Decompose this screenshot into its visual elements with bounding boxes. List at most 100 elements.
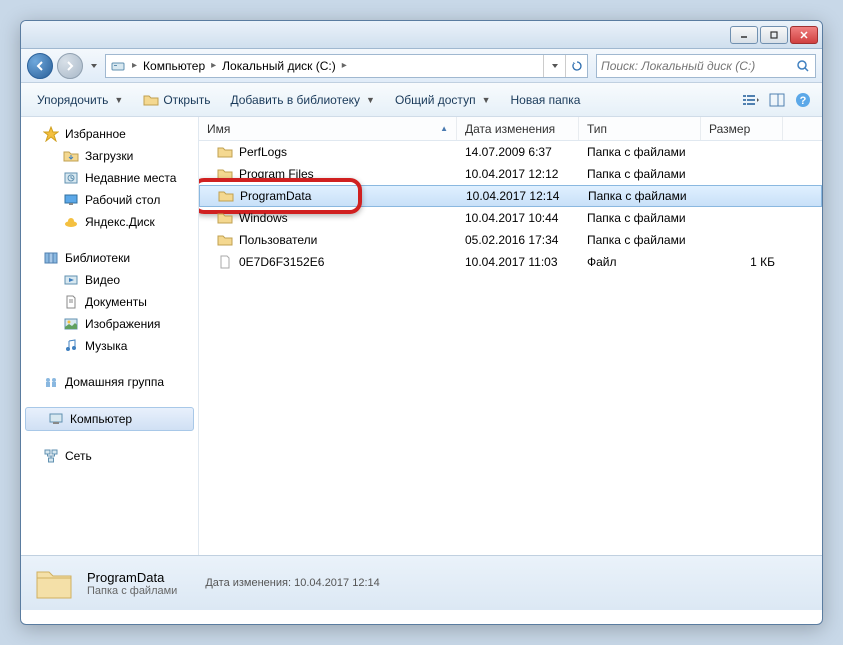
share-button[interactable]: Общий доступ▼ xyxy=(387,89,499,111)
recent-icon xyxy=(63,170,79,186)
file-icon xyxy=(217,254,233,270)
new-folder-button[interactable]: Новая папка xyxy=(502,89,588,111)
open-button[interactable]: Открыть xyxy=(135,88,218,112)
computer-icon xyxy=(48,411,64,427)
folder-icon xyxy=(218,188,234,204)
sidebar-item-video[interactable]: Видео xyxy=(21,269,198,291)
close-button[interactable] xyxy=(790,26,818,44)
search-input[interactable] xyxy=(601,59,795,73)
file-view: Имя▲ Дата изменения Тип Размер PerfLogs 1… xyxy=(199,117,822,555)
svg-text:?: ? xyxy=(800,95,807,107)
sidebar: Избранное Загрузки Недавние места Рабочи… xyxy=(21,117,199,555)
folder-icon xyxy=(63,148,79,164)
column-headers: Имя▲ Дата изменения Тип Размер xyxy=(199,117,822,141)
sidebar-computer[interactable]: Компьютер xyxy=(25,407,194,431)
file-type: Папка с файлами xyxy=(579,167,701,181)
file-name: Program Files xyxy=(239,167,314,181)
details-pane: ProgramData Папка с файлами Дата изменен… xyxy=(21,555,822,610)
file-row[interactable]: Windows 10.04.2017 10:44Папка с файлами xyxy=(199,207,822,229)
navbar: ▸ Компьютер ▸ Локальный диск (C:) ▸ xyxy=(21,49,822,83)
folder-icon xyxy=(217,144,233,160)
file-date: 10.04.2017 10:44 xyxy=(457,211,579,225)
sidebar-item-recent[interactable]: Недавние места xyxy=(21,167,198,189)
column-date[interactable]: Дата изменения xyxy=(457,117,579,140)
forward-button[interactable] xyxy=(57,53,83,79)
sidebar-item-pictures[interactable]: Изображения xyxy=(21,313,198,335)
address-dropdown[interactable] xyxy=(543,55,565,77)
sidebar-item-downloads[interactable]: Загрузки xyxy=(21,145,198,167)
file-type: Папка с файлами xyxy=(579,145,701,159)
sidebar-favorites[interactable]: Избранное xyxy=(21,123,198,145)
desktop-icon xyxy=(63,192,79,208)
file-row[interactable]: Program Files 10.04.2017 12:12Папка с фай… xyxy=(199,163,822,185)
refresh-button[interactable] xyxy=(565,55,587,77)
column-name[interactable]: Имя▲ xyxy=(199,117,457,140)
music-icon xyxy=(63,338,79,354)
folder-large-icon xyxy=(33,562,75,604)
file-name: ProgramData xyxy=(240,189,311,203)
explorer-window: ▸ Компьютер ▸ Локальный диск (C:) ▸ Упор… xyxy=(20,20,823,625)
file-type: Папка с файлами xyxy=(580,189,702,203)
detail-date: Дата изменения: 10.04.2017 12:14 xyxy=(205,577,379,589)
file-date: 14.07.2009 6:37 xyxy=(457,145,579,159)
titlebar xyxy=(21,21,822,49)
detail-type: Папка с файлами xyxy=(87,585,177,597)
organize-button[interactable]: Упорядочить▼ xyxy=(29,89,131,111)
sidebar-item-desktop[interactable]: Рабочий стол xyxy=(21,189,198,211)
file-name: 0E7D6F3152E6 xyxy=(239,255,324,269)
star-icon xyxy=(43,126,59,142)
detail-name: ProgramData xyxy=(87,570,177,585)
sidebar-homegroup[interactable]: Домашняя группа xyxy=(21,371,198,393)
sidebar-item-yandex[interactable]: Яндекс.Диск xyxy=(21,211,198,233)
file-date: 10.04.2017 11:03 xyxy=(457,255,579,269)
picture-icon xyxy=(63,316,79,332)
drive-icon xyxy=(110,58,126,74)
folder-icon xyxy=(217,210,233,226)
file-list[interactable]: PerfLogs14.07.2009 6:37Папка с файламиPr… xyxy=(199,141,822,555)
column-type[interactable]: Тип xyxy=(579,117,701,140)
file-date: 05.02.2016 17:34 xyxy=(457,233,579,247)
file-date: 10.04.2017 12:14 xyxy=(458,189,580,203)
file-row[interactable]: PerfLogs 14.07.2009 6:37Папка с файлами xyxy=(199,141,822,163)
file-row[interactable]: Пользователи 05.02.2016 17:34Папка с файл… xyxy=(199,229,822,251)
file-row[interactable]: 0E7D6F3152E6 10.04.2017 11:03Файл1 КБ xyxy=(199,251,822,273)
address-bar[interactable]: ▸ Компьютер ▸ Локальный диск (C:) ▸ xyxy=(105,54,588,78)
document-icon xyxy=(63,294,79,310)
sidebar-network[interactable]: Сеть xyxy=(21,445,198,467)
content-area: Избранное Загрузки Недавние места Рабочи… xyxy=(21,117,822,555)
file-name: Пользователи xyxy=(239,233,317,247)
search-icon xyxy=(795,58,811,74)
file-size: 1 КБ xyxy=(701,255,783,269)
maximize-button[interactable] xyxy=(760,26,788,44)
preview-pane-button[interactable] xyxy=(766,89,788,111)
toolbar: Упорядочить▼ Открыть Добавить в библиоте… xyxy=(21,83,822,117)
file-name: Windows xyxy=(239,211,288,225)
minimize-button[interactable] xyxy=(730,26,758,44)
back-button[interactable] xyxy=(27,53,53,79)
nav-history-dropdown[interactable] xyxy=(87,55,101,77)
file-type: Папка с файлами xyxy=(579,211,701,225)
homegroup-icon xyxy=(43,374,59,390)
sidebar-libraries[interactable]: Библиотеки xyxy=(21,247,198,269)
libraries-icon xyxy=(43,250,59,266)
view-options-button[interactable] xyxy=(740,89,762,111)
help-button[interactable]: ? xyxy=(792,89,814,111)
folder-icon xyxy=(217,232,233,248)
file-type: Файл xyxy=(579,255,701,269)
network-icon xyxy=(43,448,59,464)
video-icon xyxy=(63,272,79,288)
column-size[interactable]: Размер xyxy=(701,117,783,140)
file-type: Папка с файлами xyxy=(579,233,701,247)
sidebar-item-documents[interactable]: Документы xyxy=(21,291,198,313)
breadcrumb-drive[interactable]: Локальный диск (C:) xyxy=(218,55,340,77)
sidebar-item-music[interactable]: Музыка xyxy=(21,335,198,357)
search-box[interactable] xyxy=(596,54,816,78)
file-row[interactable]: ProgramData 10.04.2017 12:14Папка с файла… xyxy=(199,185,822,207)
chevron-right-icon: ▸ xyxy=(130,60,139,71)
file-date: 10.04.2017 12:12 xyxy=(457,167,579,181)
add-to-library-button[interactable]: Добавить в библиотеку▼ xyxy=(222,89,382,111)
file-name: PerfLogs xyxy=(239,145,287,159)
folder-open-icon xyxy=(143,92,159,108)
breadcrumb-computer[interactable]: Компьютер xyxy=(139,55,209,77)
folder-icon xyxy=(217,166,233,182)
